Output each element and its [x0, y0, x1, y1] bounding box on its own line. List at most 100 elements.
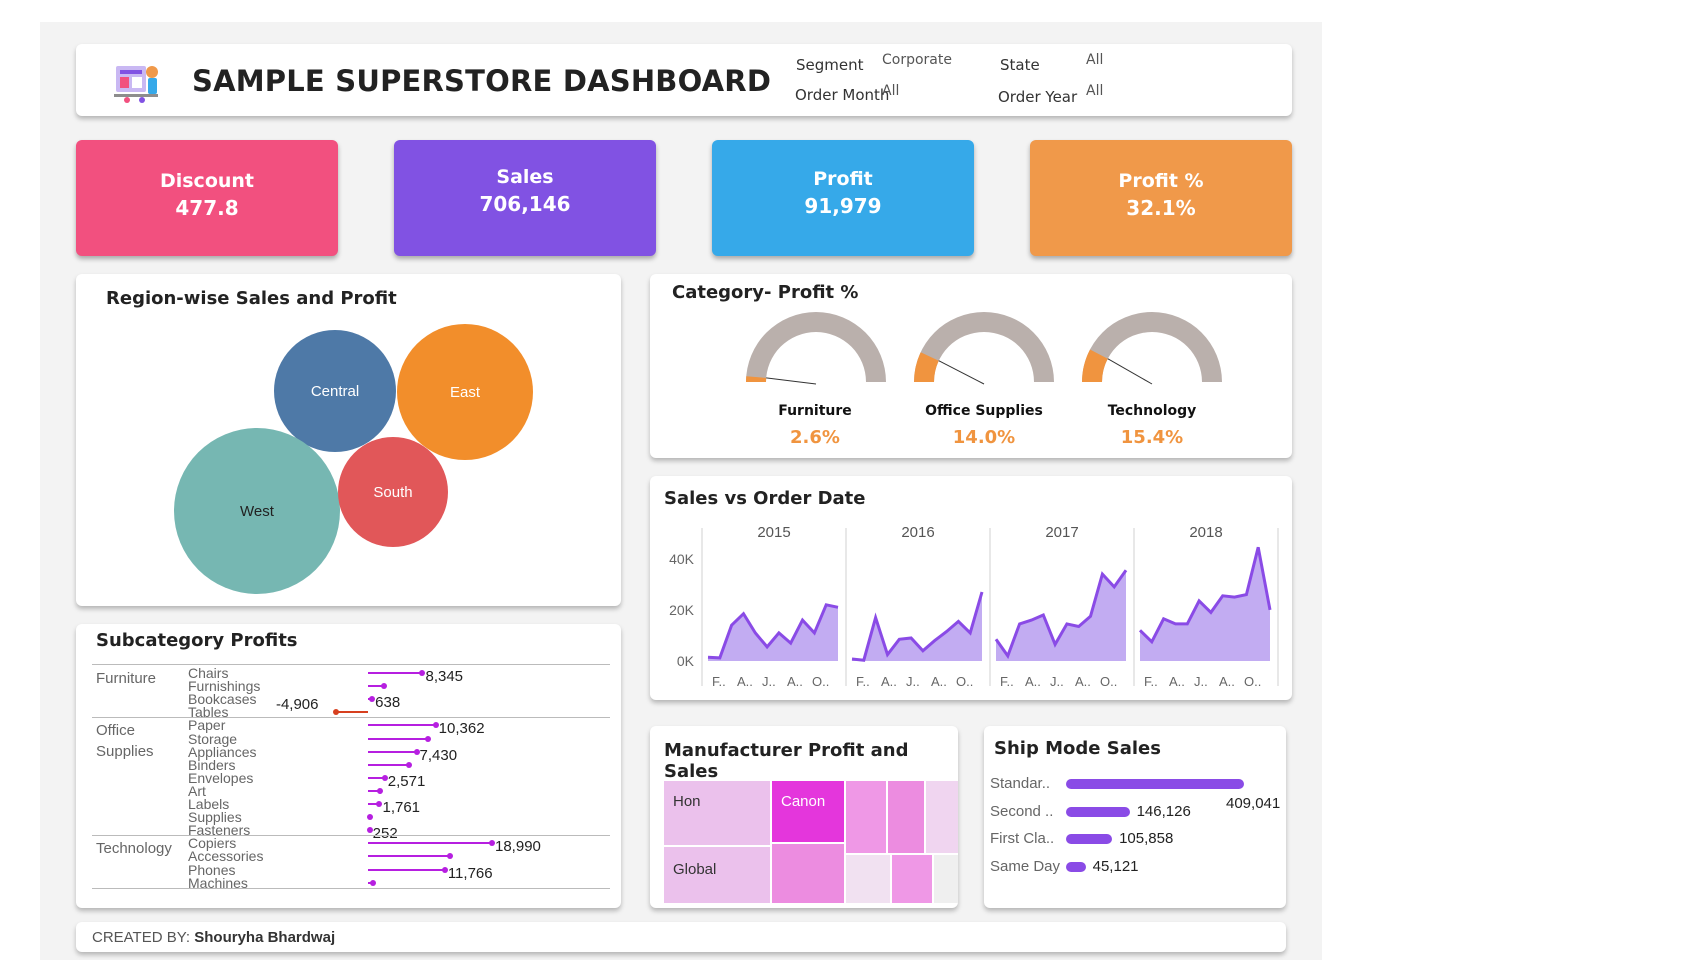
order-month-filter-value[interactable]: All: [882, 83, 899, 99]
kpi-label: Profit %: [1118, 170, 1204, 192]
x-tick-label: A..: [881, 674, 897, 689]
region-bubble-east[interactable]: East: [397, 324, 533, 460]
category-label: Office Supplies: [96, 722, 154, 761]
lollipop-stem: [368, 750, 417, 753]
panel-title: Region-wise Sales and Profit: [106, 288, 397, 309]
manufacturer-profit-sales-panel: Manufacturer Profit and Sales Hon Canon …: [650, 726, 958, 908]
lollipop-dot[interactable]: [366, 814, 373, 821]
region-bubble-central[interactable]: Central: [274, 330, 396, 452]
lollipop-value: 638: [375, 694, 401, 712]
treemap-tile-hon[interactable]: Hon: [664, 781, 770, 845]
order-year-filter-value[interactable]: All: [1086, 83, 1103, 99]
gauge-label-technology: Technology: [1107, 403, 1197, 419]
subcategory-profits-panel: Subcategory Profits Furniture Chairs 8,345…: [76, 624, 621, 908]
gauge-value-office-supplies: 14.0%: [952, 427, 1016, 448]
group-divider: [92, 835, 610, 837]
lollipop-dot[interactable]: [377, 787, 384, 794]
lollipop-dot[interactable]: [332, 709, 339, 716]
x-tick-label: F..: [1000, 674, 1014, 689]
treemap-tile[interactable]: [846, 781, 886, 853]
store-logo-icon: [112, 58, 162, 104]
manufacturer-treemap: Hon Canon Global: [664, 781, 958, 903]
year-header: 2017: [1045, 524, 1078, 541]
ship-mode-value: 105,858: [1119, 830, 1174, 847]
treemap-tile-global[interactable]: Global: [664, 847, 770, 903]
footer-bar: CREATED BY: Shouryha Bhardwaj: [76, 922, 1286, 952]
lollipop-stem: [368, 763, 410, 766]
region-bubble-south[interactable]: South: [338, 437, 448, 547]
ship-mode-value: 146,126: [1136, 802, 1191, 820]
bubble-label: West: [240, 502, 274, 520]
x-tick-label: J..: [1050, 674, 1064, 689]
lollipop-value: 11,766: [447, 864, 493, 882]
kpi-label: Discount: [159, 170, 255, 192]
gauge-needle: [1107, 358, 1153, 385]
ship-mode-bar[interactable]: [1066, 861, 1086, 872]
segment-filter-value[interactable]: Corporate: [882, 52, 952, 68]
ship-mode-bar[interactable]: [1066, 806, 1130, 817]
tile-label: Global: [673, 861, 717, 878]
lollipop-dot[interactable]: [425, 735, 432, 742]
category-profit-panel: Category- Profit % Furniture 2.6% Office…: [650, 274, 1292, 458]
kpi-card-profit-percent[interactable]: Profit % 32.1%: [1030, 140, 1292, 256]
kpi-value: 477.8: [175, 196, 239, 220]
ship-mode-sales-panel: Ship Mode Sales Standar.. 409,041 Second .…: [984, 726, 1286, 908]
x-tick-label: O..: [1244, 674, 1261, 689]
treemap-tile[interactable]: [772, 844, 844, 903]
ship-mode-label: Second ..: [990, 802, 1054, 820]
year-header: 2015: [757, 524, 790, 541]
x-tick-label: A..: [931, 674, 947, 689]
lollipop-dot[interactable]: [380, 683, 387, 690]
gauge-label-furniture: Furniture: [778, 403, 852, 419]
treemap-tile[interactable]: [926, 781, 958, 853]
treemap-tile[interactable]: [846, 855, 890, 903]
year-header: 2018: [1189, 524, 1222, 541]
region-bubble-west[interactable]: West: [174, 428, 340, 594]
gauge-track: [746, 312, 886, 382]
treemap-tile[interactable]: [934, 855, 958, 903]
header-bar: SAMPLE SUPERSTORE DASHBOARD Segment Corp…: [76, 44, 1292, 116]
gauge-office-supplies[interactable]: [914, 312, 1054, 385]
gauge-technology[interactable]: [1082, 312, 1222, 385]
lollipop-stem: [368, 672, 423, 674]
gauge-furniture[interactable]: [746, 312, 886, 385]
sales-area-2018: [1140, 547, 1270, 661]
state-filter-value[interactable]: All: [1086, 52, 1103, 68]
lollipop-dot[interactable]: [406, 761, 413, 768]
bubble-label: South: [373, 483, 413, 501]
x-tick-label: F..: [856, 674, 870, 689]
gauge-charts: [746, 312, 1222, 385]
lollipop-dot[interactable]: [446, 853, 453, 860]
lollipop-value: 18,990: [495, 838, 541, 856]
tile-label: Canon: [781, 793, 826, 810]
ship-mode-bar-chart: Standar.. 409,041 Second .. 146,126 First Cl…: [984, 726, 1286, 908]
ship-mode-bar[interactable]: [1066, 834, 1113, 844]
panel-title: Manufacturer Profit and Sales: [664, 740, 909, 782]
ship-mode-label: Same Day: [990, 857, 1061, 875]
kpi-card-discount[interactable]: Discount 477.8: [76, 140, 338, 256]
ship-mode-label: First Cla..: [990, 830, 1055, 847]
ship-mode-value: 45,121: [1092, 857, 1139, 875]
lollipop-value: 2,571: [387, 772, 426, 790]
bubble-label: East: [449, 383, 480, 401]
treemap-tile-canon[interactable]: Canon: [772, 781, 844, 842]
subcategory-lollipop-chart: Furniture Chairs 8,345 Furnishings Bookcases…: [76, 624, 621, 908]
treemap-tile[interactable]: [892, 855, 932, 903]
lollipop-value: 10,362: [438, 720, 485, 738]
lollipop-dot[interactable]: [369, 879, 376, 886]
kpi-value: 706,146: [479, 192, 571, 216]
gauge-needle: [766, 377, 817, 385]
category-label: Technology: [96, 840, 172, 858]
ship-mode-value: 409,041: [1226, 795, 1281, 812]
group-divider: [92, 717, 610, 719]
kpi-card-sales[interactable]: Sales 706,146: [394, 140, 656, 256]
kpi-value: 91,979: [804, 194, 882, 218]
lollipop-stem: [335, 711, 368, 714]
sales-area-chart[interactable]: 40K 20K 0K 2015 F.. A.. J.. A.. O.. 2016 F.. A.. J..…: [650, 476, 1292, 700]
segment-filter-label: Segment: [796, 56, 864, 74]
x-tick-label: J..: [1194, 674, 1208, 689]
treemap-tile[interactable]: [888, 781, 924, 853]
sales-area-2017: [996, 570, 1126, 661]
ship-mode-bar[interactable]: [1066, 779, 1244, 789]
kpi-card-profit[interactable]: Profit 91,979: [712, 140, 974, 256]
